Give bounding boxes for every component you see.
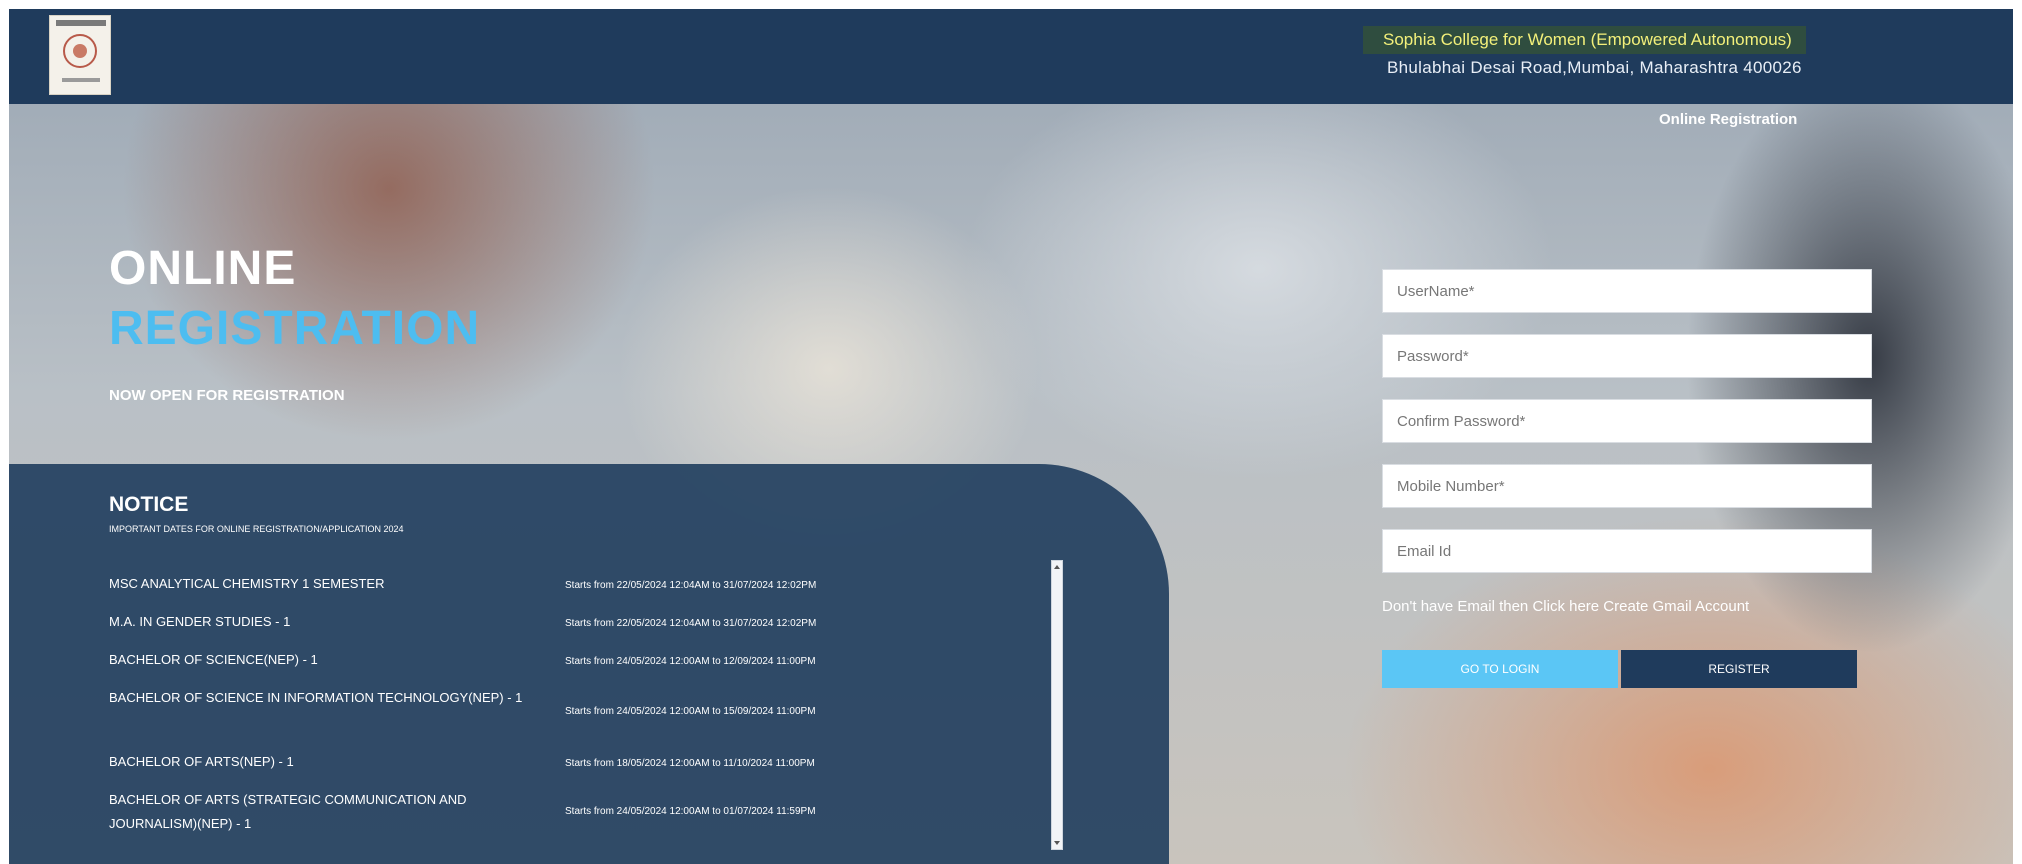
notice-dates: Starts from 22/05/2024 12:04AM to 31/07/… — [565, 618, 817, 629]
page-background: Sophia College for Women (Empowered Auto… — [9, 9, 2013, 864]
logo-emblem-icon — [63, 34, 97, 68]
email-input[interactable] — [1382, 529, 1872, 573]
notice-dates: Starts from 24/05/2024 12:00AM to 12/09/… — [565, 656, 816, 667]
username-input[interactable] — [1382, 269, 1872, 313]
nav-online-registration[interactable]: Online Registration — [1659, 111, 1797, 128]
hero-title-line1: ONLINE — [109, 242, 297, 295]
notice-dates: Starts from 22/05/2024 12:04AM to 31/07/… — [565, 580, 817, 591]
notice-title: NOTICE — [109, 493, 189, 516]
college-logo[interactable] — [49, 15, 111, 95]
scroll-up-arrow-icon[interactable] — [1054, 565, 1060, 569]
header-bar: Sophia College for Women (Empowered Auto… — [9, 9, 2013, 104]
mobile-number-input[interactable] — [1382, 464, 1872, 508]
hero-subtitle: NOW OPEN FOR REGISTRATION — [109, 387, 345, 404]
scroll-down-arrow-icon[interactable] — [1054, 841, 1060, 845]
confirm-password-input[interactable] — [1382, 399, 1872, 443]
notice-scrollbar[interactable] — [1051, 560, 1063, 850]
register-button[interactable]: REGISTER — [1621, 650, 1857, 688]
notice-course: BACHELOR OF ARTS(NEP) - 1 — [109, 754, 294, 769]
logo-crest-text — [56, 20, 106, 26]
notice-course: BACHELOR OF SCIENCE(NEP) - 1 — [109, 652, 318, 667]
college-address: Bhulabhai Desai Road,Mumbai, Maharashtra… — [1387, 58, 1802, 77]
college-name: Sophia College for Women (Empowered Auto… — [1363, 26, 1806, 54]
notice-course: BACHELOR OF ARTS (STRATEGIC COMMUNICATIO… — [109, 792, 467, 831]
notice-subtitle: IMPORTANT DATES FOR ONLINE REGISTRATION/… — [109, 524, 404, 534]
notice-course: MSC ANALYTICAL CHEMISTRY 1 SEMESTER — [109, 576, 385, 591]
logo-motto — [62, 78, 100, 82]
create-gmail-link[interactable]: Don't have Email then Click here Create … — [1382, 598, 1749, 615]
notice-course: M.A. IN GENDER STUDIES - 1 — [109, 614, 291, 629]
go-to-login-button[interactable]: GO TO LOGIN — [1382, 650, 1618, 688]
password-input[interactable] — [1382, 334, 1872, 378]
notice-dates: Starts from 24/05/2024 12:00AM to 01/07/… — [565, 806, 816, 817]
notice-dates: Starts from 24/05/2024 12:00AM to 15/09/… — [565, 706, 816, 717]
hero-title-line2: REGISTRATION — [109, 302, 481, 355]
notice-course: BACHELOR OF SCIENCE IN INFORMATION TECHN… — [109, 690, 523, 705]
notice-dates: Starts from 18/05/2024 12:00AM to 11/10/… — [565, 758, 815, 769]
